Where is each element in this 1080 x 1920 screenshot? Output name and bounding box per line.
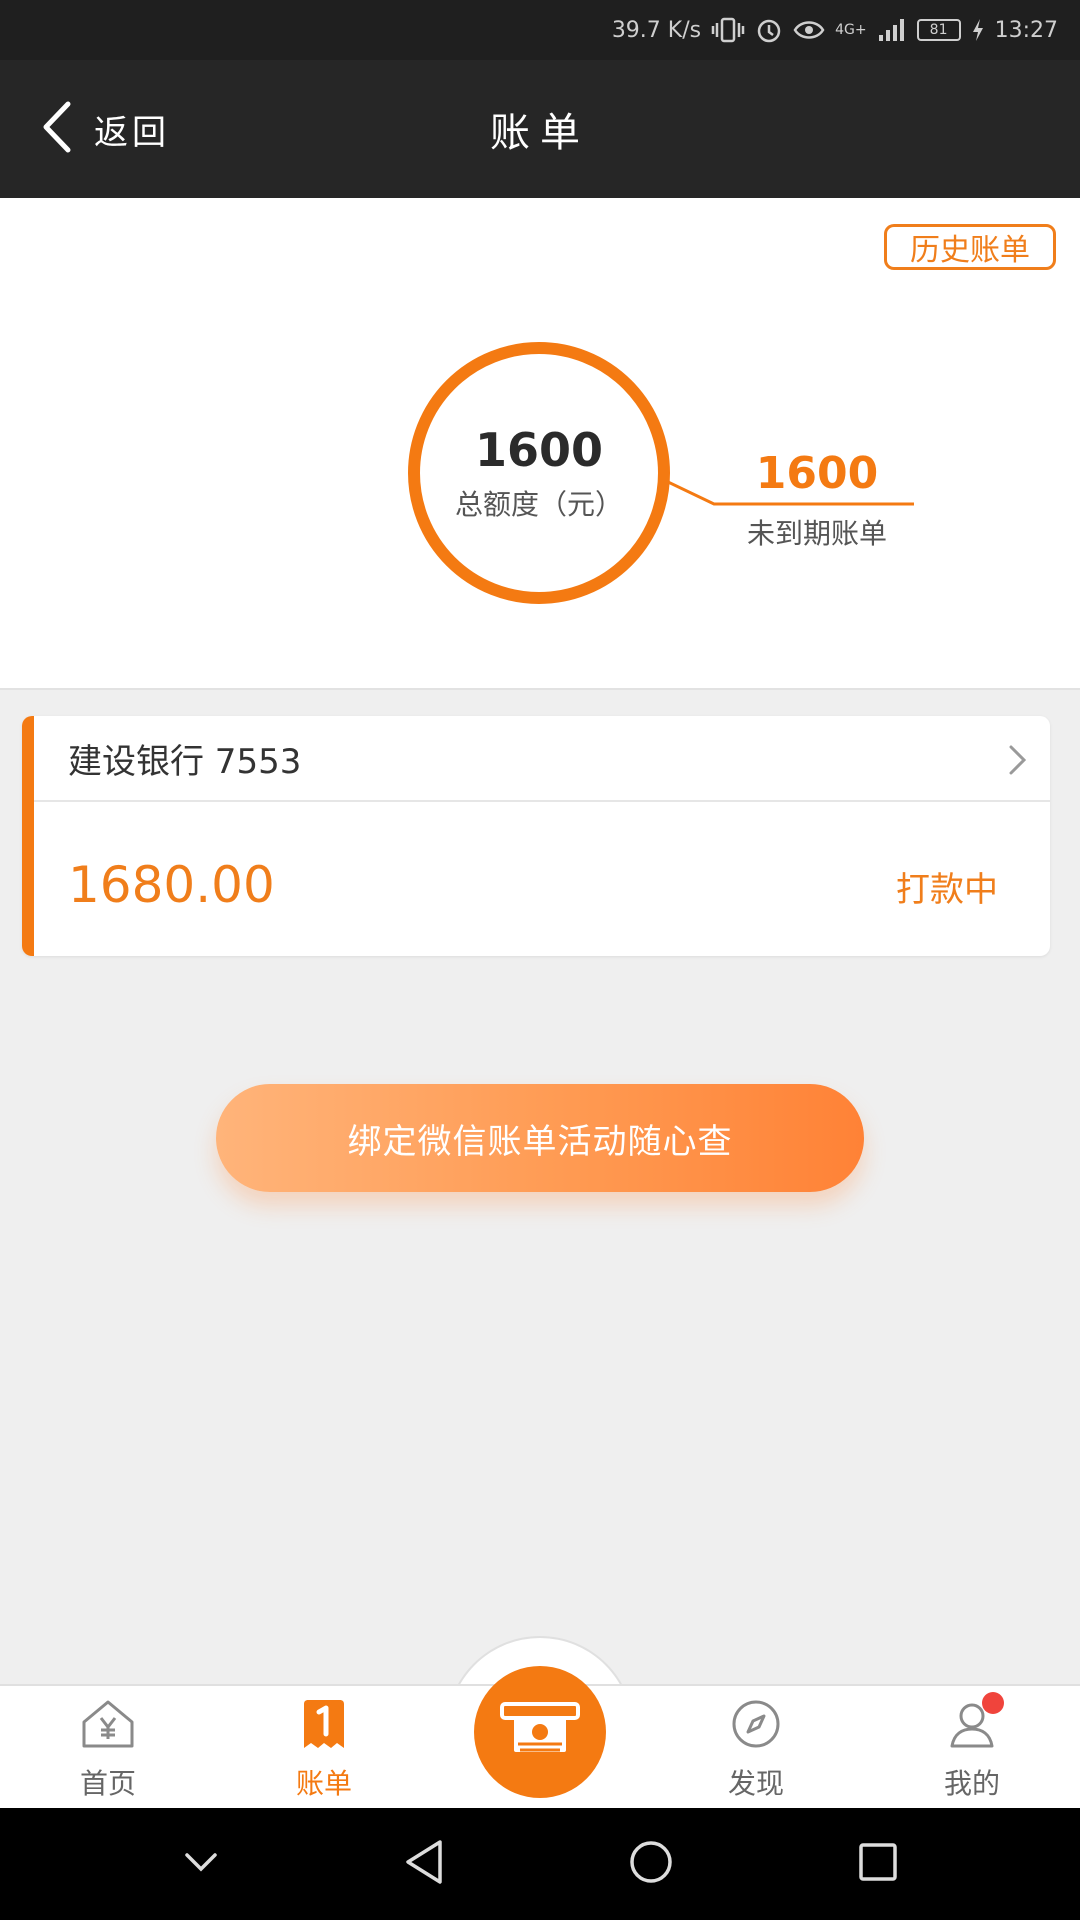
- total-credit-value: 1600: [474, 423, 604, 477]
- title-bar: 返回 账单: [0, 60, 1080, 198]
- recents-square-icon[interactable]: [856, 1840, 900, 1888]
- tab-discover[interactable]: 发现: [676, 1698, 836, 1800]
- network-type: 4G+: [835, 22, 867, 38]
- signal-icon: [877, 17, 907, 43]
- back-button[interactable]: 返回: [42, 96, 170, 162]
- home-yuan-icon: [80, 1698, 136, 1754]
- history-bills-button[interactable]: 历史账单: [884, 224, 1056, 270]
- tab-home[interactable]: 首页: [28, 1698, 188, 1800]
- network-speed: 39.7 K/s: [611, 17, 702, 43]
- chevron-right-icon: [1008, 744, 1028, 780]
- system-nav-bar: [0, 1808, 1080, 1920]
- home-circle-icon[interactable]: [627, 1838, 675, 1890]
- credit-summary: 历史账单 1600 总额度（元） 1600 未到期账单: [0, 198, 1080, 690]
- center-withdraw-button[interactable]: [474, 1666, 606, 1798]
- bill-amount: 1680.00: [68, 856, 275, 914]
- bank-row[interactable]: 建设银行 7553: [34, 716, 1050, 802]
- tab-bill-label: 账单: [295, 1767, 352, 1800]
- bill-icon: [300, 1698, 348, 1754]
- user-icon: [946, 1692, 1004, 1754]
- alarm-icon: [755, 16, 783, 44]
- vibrate-icon: [711, 17, 745, 43]
- back-label: 返回: [94, 112, 170, 153]
- bank-name: 建设银行 7553: [68, 741, 302, 782]
- eye-icon: [793, 18, 825, 42]
- charging-icon: [971, 18, 985, 42]
- chevron-left-icon: [42, 101, 72, 157]
- total-credit-ring: 1600 总额度（元）: [408, 342, 670, 604]
- tab-me-label: 我的: [943, 1767, 1000, 1800]
- cash-withdraw-icon: [498, 1700, 582, 1764]
- chevron-down-icon[interactable]: [181, 1850, 221, 1878]
- tab-me[interactable]: 我的: [892, 1692, 1052, 1800]
- tab-bill[interactable]: 账单: [244, 1698, 404, 1800]
- bind-wechat-button[interactable]: 绑定微信账单活动随心查: [216, 1084, 864, 1192]
- card-accent: [22, 716, 34, 956]
- total-credit-label: 总额度（元）: [454, 488, 623, 521]
- battery-icon: 81: [916, 19, 961, 41]
- status-bar: 39.7 K/s 4G+ 81 13:27: [0, 0, 1080, 60]
- back-triangle-icon[interactable]: [402, 1838, 446, 1890]
- clock: 13:27: [994, 17, 1058, 43]
- notification-dot: [982, 1692, 1004, 1714]
- bill-card: 建设银行 7553 1680.00 打款中: [22, 716, 1050, 956]
- tab-discover-label: 发现: [727, 1767, 784, 1800]
- bill-status: 打款中: [896, 870, 998, 910]
- compass-icon: [730, 1698, 782, 1754]
- pending-bill-label: 未到期账单: [746, 517, 887, 550]
- tab-home-label: 首页: [79, 1767, 136, 1800]
- pending-bill-value: 1600: [755, 448, 879, 499]
